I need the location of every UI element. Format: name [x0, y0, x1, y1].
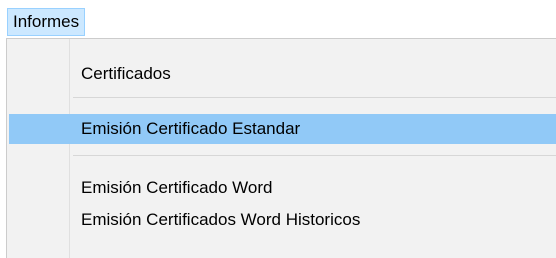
menu-item-emision-certificado-estandar[interactable]: Emisión Certificado Estandar: [9, 114, 556, 144]
menu-informes-label: Informes: [13, 12, 80, 31]
menu-item-label: Emisión Certificado Estandar: [81, 119, 301, 138]
menu-item-emision-certificado-word[interactable]: Emisión Certificado Word: [9, 173, 556, 203]
menu-item-certificados[interactable]: Certificados: [9, 59, 556, 89]
menu-separator: [73, 155, 556, 156]
informes-dropdown-menu: Certificados Emisión Certificado Estanda…: [6, 38, 556, 258]
menu-informes[interactable]: Informes: [7, 8, 86, 36]
menu-item-emision-certificados-word-historicos[interactable]: Emisión Certificados Word Historicos: [9, 205, 556, 235]
menu-bar: Informes: [0, 0, 556, 38]
menu-item-label: Emisión Certificado Word: [81, 178, 273, 197]
menu-item-label: Emisión Certificados Word Historicos: [81, 210, 361, 229]
menu-item-label: Certificados: [81, 64, 171, 83]
menu-separator: [73, 97, 556, 98]
